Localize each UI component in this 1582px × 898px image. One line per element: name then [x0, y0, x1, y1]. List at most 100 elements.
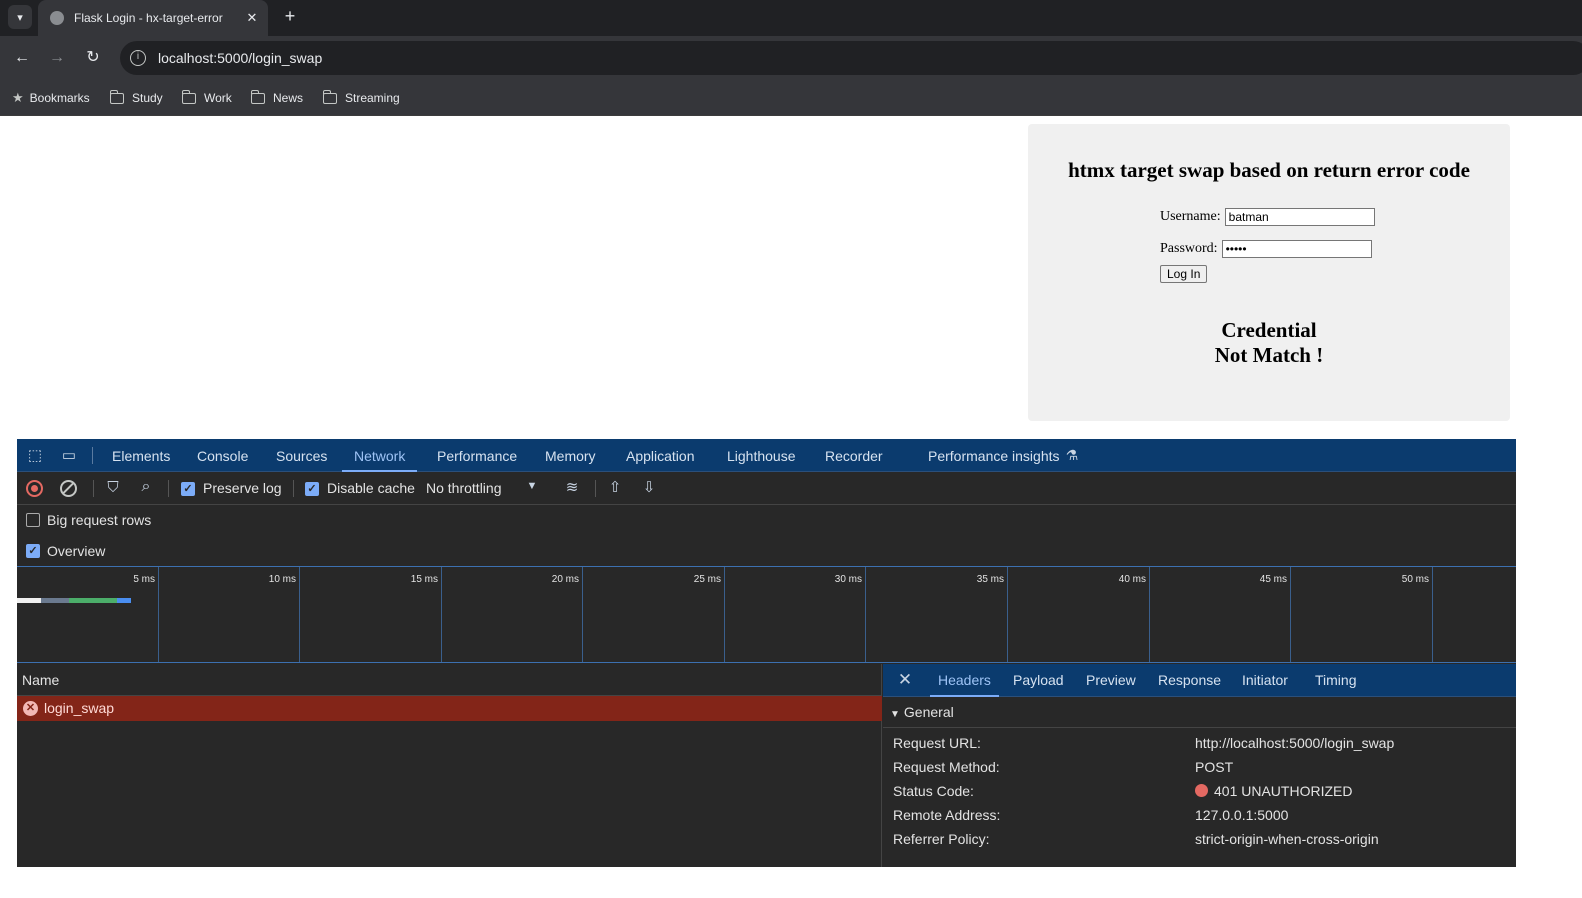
general-label: General [903, 704, 954, 720]
remote-address-key: Remote Address: [893, 807, 1001, 823]
tab-lighthouse[interactable]: Lighthouse [727, 439, 796, 472]
referrer-policy-key: Referrer Policy: [893, 831, 990, 847]
import-har-icon[interactable]: ⇧ [605, 478, 625, 496]
network-conditions-icon[interactable]: ≋ [562, 478, 582, 496]
general-section-header[interactable]: ▼ General [883, 697, 1516, 728]
request-method-value: POST [1195, 759, 1234, 775]
tab-sources[interactable]: Sources [276, 439, 327, 472]
username-field[interactable]: batman [1224, 208, 1375, 226]
big-request-rows-label: Big request rows [47, 512, 152, 528]
big-request-rows-checkbox[interactable] [26, 513, 40, 527]
devtools-tab-bar: ⬚ ▭ Elements Console Sources Network Per… [17, 439, 1516, 472]
network-overview[interactable]: 5 ms 10 ms 15 ms 20 ms 25 ms 30 ms 35 ms… [17, 566, 1516, 663]
grid-line [582, 567, 583, 662]
address-text[interactable]: localhost:5000/login_swap [158, 50, 322, 66]
forward-arrow-icon[interactable]: → [46, 47, 68, 69]
name-column-header[interactable]: Name [17, 664, 882, 696]
network-toolbar: ⛉ ⌕ ✓ Preserve log ✓ Disable cache No th… [17, 472, 1516, 505]
folder-icon [109, 89, 124, 104]
close-icon[interactable]: ✕ [895, 670, 915, 690]
request-list: ✕ login_swap [17, 696, 882, 867]
tab-memory[interactable]: Memory [545, 439, 596, 472]
tab-headers[interactable]: Headers [930, 664, 999, 697]
grid-line [441, 567, 442, 662]
status-code-value: 401 UNAUTHORIZED [1195, 783, 1352, 799]
filter-icon[interactable]: ⛉ [103, 479, 123, 496]
bookmark-folder-news[interactable]: News [250, 88, 304, 108]
tab-payload[interactable]: Payload [1013, 664, 1064, 697]
browser-toolbar: ← → ↻ i localhost:5000/login_swap [0, 36, 1582, 80]
folder-icon [250, 89, 265, 104]
reload-icon[interactable]: ↻ [82, 47, 104, 69]
bookmark-folder-study[interactable]: Study [109, 88, 163, 108]
device-toolbar-icon[interactable]: ▭ [59, 446, 79, 464]
password-label: Password: [1160, 241, 1218, 256]
remote-address-value: 127.0.0.1:5000 [1195, 807, 1289, 823]
search-icon[interactable]: ⌕ [136, 478, 156, 496]
folder-icon [322, 89, 337, 104]
request-url-key: Request URL: [893, 735, 981, 751]
bookmark-label: Streaming [345, 91, 400, 105]
tab-timing[interactable]: Timing [1315, 664, 1357, 697]
grid-line [724, 567, 725, 662]
error-line-1: Credential [1221, 318, 1317, 342]
disable-cache-label: Disable cache [327, 480, 415, 496]
tab-elements[interactable]: Elements [112, 439, 170, 472]
clear-icon[interactable] [60, 480, 77, 497]
bookmarks-bar: ★ Bookmarks Study Work News Streaming [0, 80, 1582, 116]
status-error-icon [1195, 784, 1208, 797]
inspect-element-icon[interactable]: ⬚ [25, 446, 45, 464]
address-bar[interactable]: i localhost:5000/login_swap [120, 41, 1582, 75]
export-har-icon[interactable]: ⇩ [639, 478, 659, 496]
triangle-down-icon: ▼ [890, 709, 900, 720]
record-icon[interactable] [26, 480, 43, 497]
tab-recorder[interactable]: Recorder [825, 439, 883, 472]
tab-console[interactable]: Console [197, 439, 248, 472]
tab-performance-insights[interactable]: Performance insights [928, 439, 1060, 472]
tab-search-chevron-icon[interactable]: ▾ [8, 5, 32, 29]
devtools-panel: ⬚ ▭ Elements Console Sources Network Per… [17, 439, 1516, 867]
disable-cache-checkbox[interactable]: ✓ [305, 482, 319, 496]
bookmark-label: Study [132, 91, 163, 105]
timing-bar-queue [17, 598, 41, 603]
site-info-icon[interactable]: i [130, 50, 146, 66]
bookmark-label: News [273, 91, 304, 105]
username-label: Username: [1160, 209, 1221, 224]
bookmark-folder-work[interactable]: Work [181, 88, 232, 108]
request-method-key: Request Method: [893, 759, 1000, 775]
bookmark-label: Bookmarks [29, 91, 90, 105]
tab-preview[interactable]: Preview [1086, 664, 1136, 697]
close-tab-icon[interactable]: ✕ [242, 10, 262, 26]
tick-label: 45 ms [1259, 574, 1287, 585]
tab-title: Flask Login - hx-target-error [74, 11, 223, 25]
username-row: Username: batman [1160, 208, 1375, 226]
password-field[interactable]: ••••• [1221, 240, 1372, 258]
grid-line [1432, 567, 1433, 662]
chevron-down-icon[interactable]: ▼ [525, 480, 539, 492]
tab-initiator[interactable]: Initiator [1242, 664, 1288, 697]
tab-network[interactable]: Network [342, 439, 418, 472]
grid-line [865, 567, 866, 662]
tab-response[interactable]: Response [1158, 664, 1221, 697]
login-card: htmx target swap based on return error c… [1028, 124, 1510, 421]
throttling-select[interactable]: No throttling [426, 480, 501, 496]
page-title: htmx target swap based on return error c… [1068, 158, 1470, 182]
bookmarks-menu[interactable]: ★ Bookmarks [12, 88, 90, 108]
browser-tab[interactable]: Flask Login - hx-target-error ✕ [38, 0, 268, 36]
tick-label: 10 ms [268, 574, 296, 585]
bookmark-folder-streaming[interactable]: Streaming [322, 88, 400, 108]
overview-checkbox[interactable]: ✓ [26, 544, 40, 558]
table-row[interactable]: ✕ login_swap [17, 696, 882, 721]
divider [595, 480, 596, 497]
back-arrow-icon[interactable]: ← [11, 47, 33, 69]
login-button[interactable]: Log In [1160, 265, 1208, 283]
grid-line [299, 567, 300, 662]
divider [92, 447, 93, 464]
overview-label: Overview [47, 543, 106, 559]
request-url-value: http://localhost:5000/login_swap [1195, 735, 1395, 751]
divider [93, 480, 94, 497]
new-tab-button[interactable]: + [280, 5, 300, 29]
tab-performance[interactable]: Performance [437, 439, 517, 472]
preserve-log-checkbox[interactable]: ✓ [181, 482, 195, 496]
tab-application[interactable]: Application [626, 439, 695, 472]
